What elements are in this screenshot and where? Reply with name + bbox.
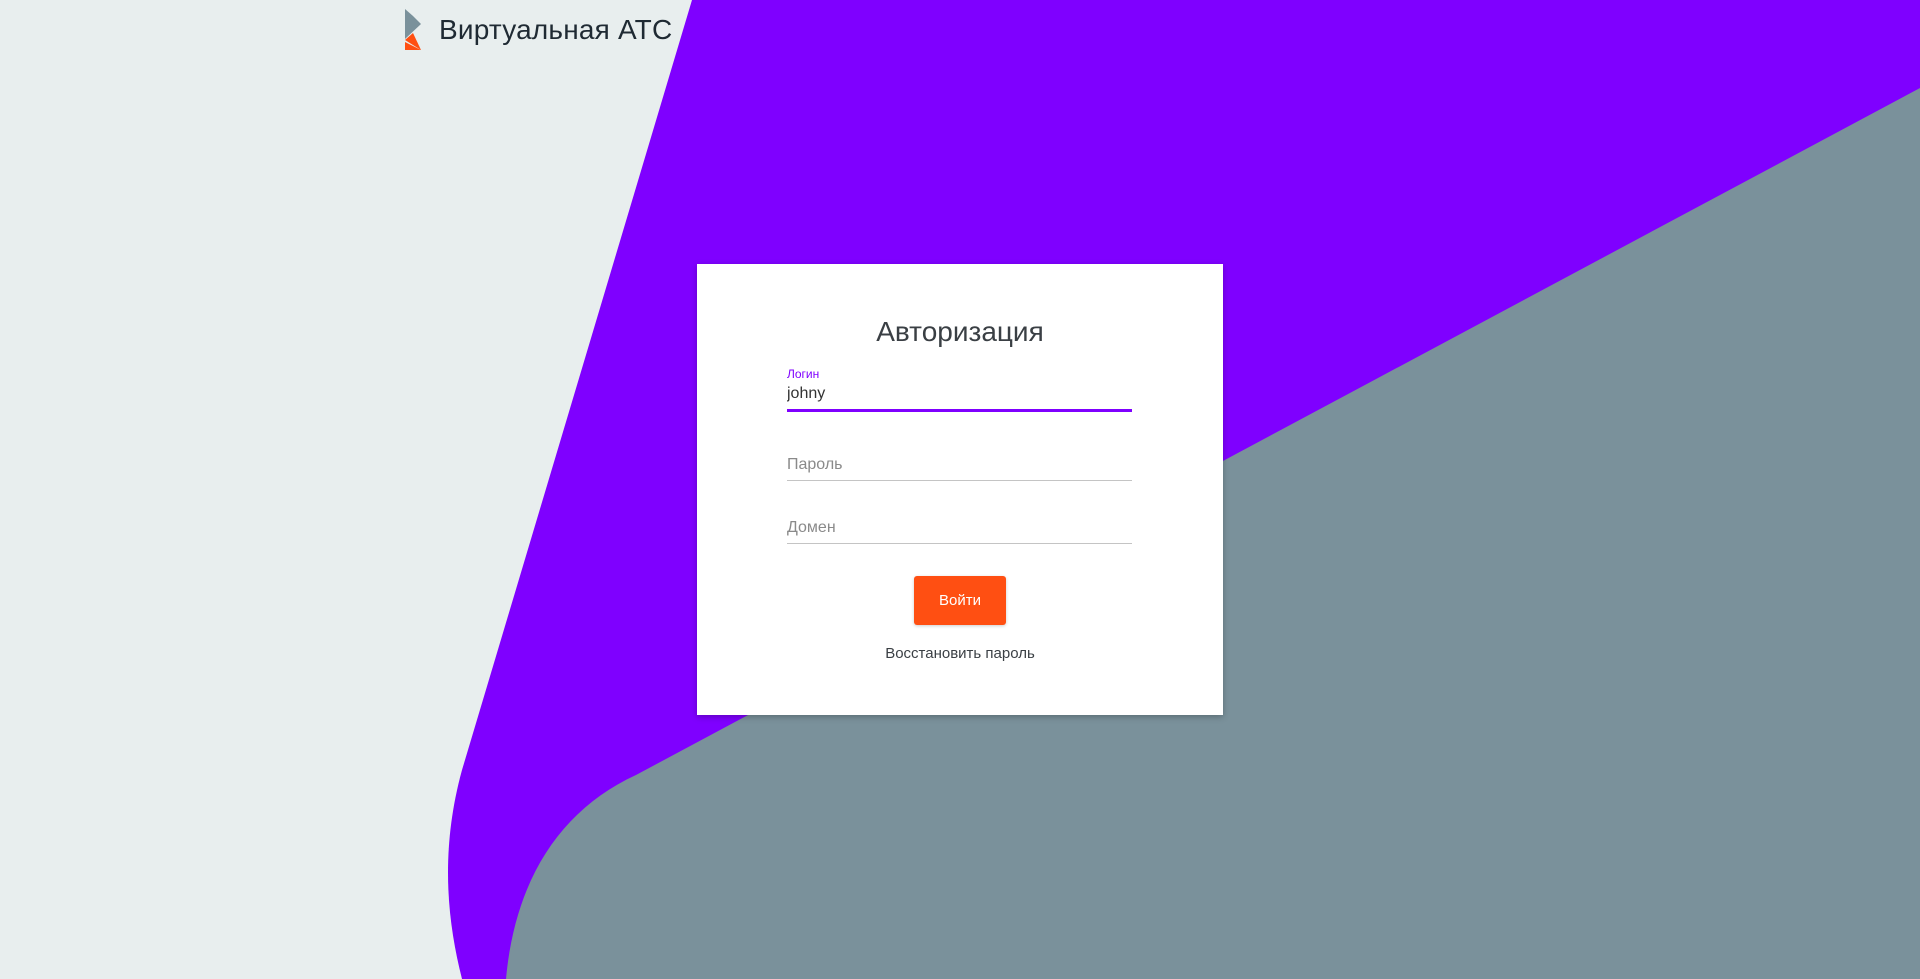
password-field	[787, 452, 1132, 481]
domain-field	[787, 515, 1132, 544]
login-input[interactable]	[787, 381, 1132, 409]
login-title: Авторизация	[876, 316, 1044, 347]
logo-icon	[405, 9, 421, 50]
app-logo: Виртуальная АТС	[405, 9, 672, 50]
app-title: Виртуальная АТС	[439, 13, 673, 45]
login-field: Логин	[787, 367, 1132, 412]
restore-password-link[interactable]: Восстановить пароль	[697, 645, 1223, 662]
password-input[interactable]	[787, 452, 1132, 480]
login-field-label: Логин	[787, 367, 820, 381]
login-page: Виртуальная АТС Авторизация Логин Войти …	[0, 0, 1920, 979]
login-field-underline	[787, 409, 1132, 412]
domain-input[interactable]	[787, 515, 1132, 543]
login-card: Авторизация Логин Войти Восстановить пар…	[697, 264, 1223, 715]
password-field-underline	[787, 480, 1132, 481]
domain-field-underline	[787, 543, 1132, 544]
login-button[interactable]: Войти	[914, 576, 1006, 625]
